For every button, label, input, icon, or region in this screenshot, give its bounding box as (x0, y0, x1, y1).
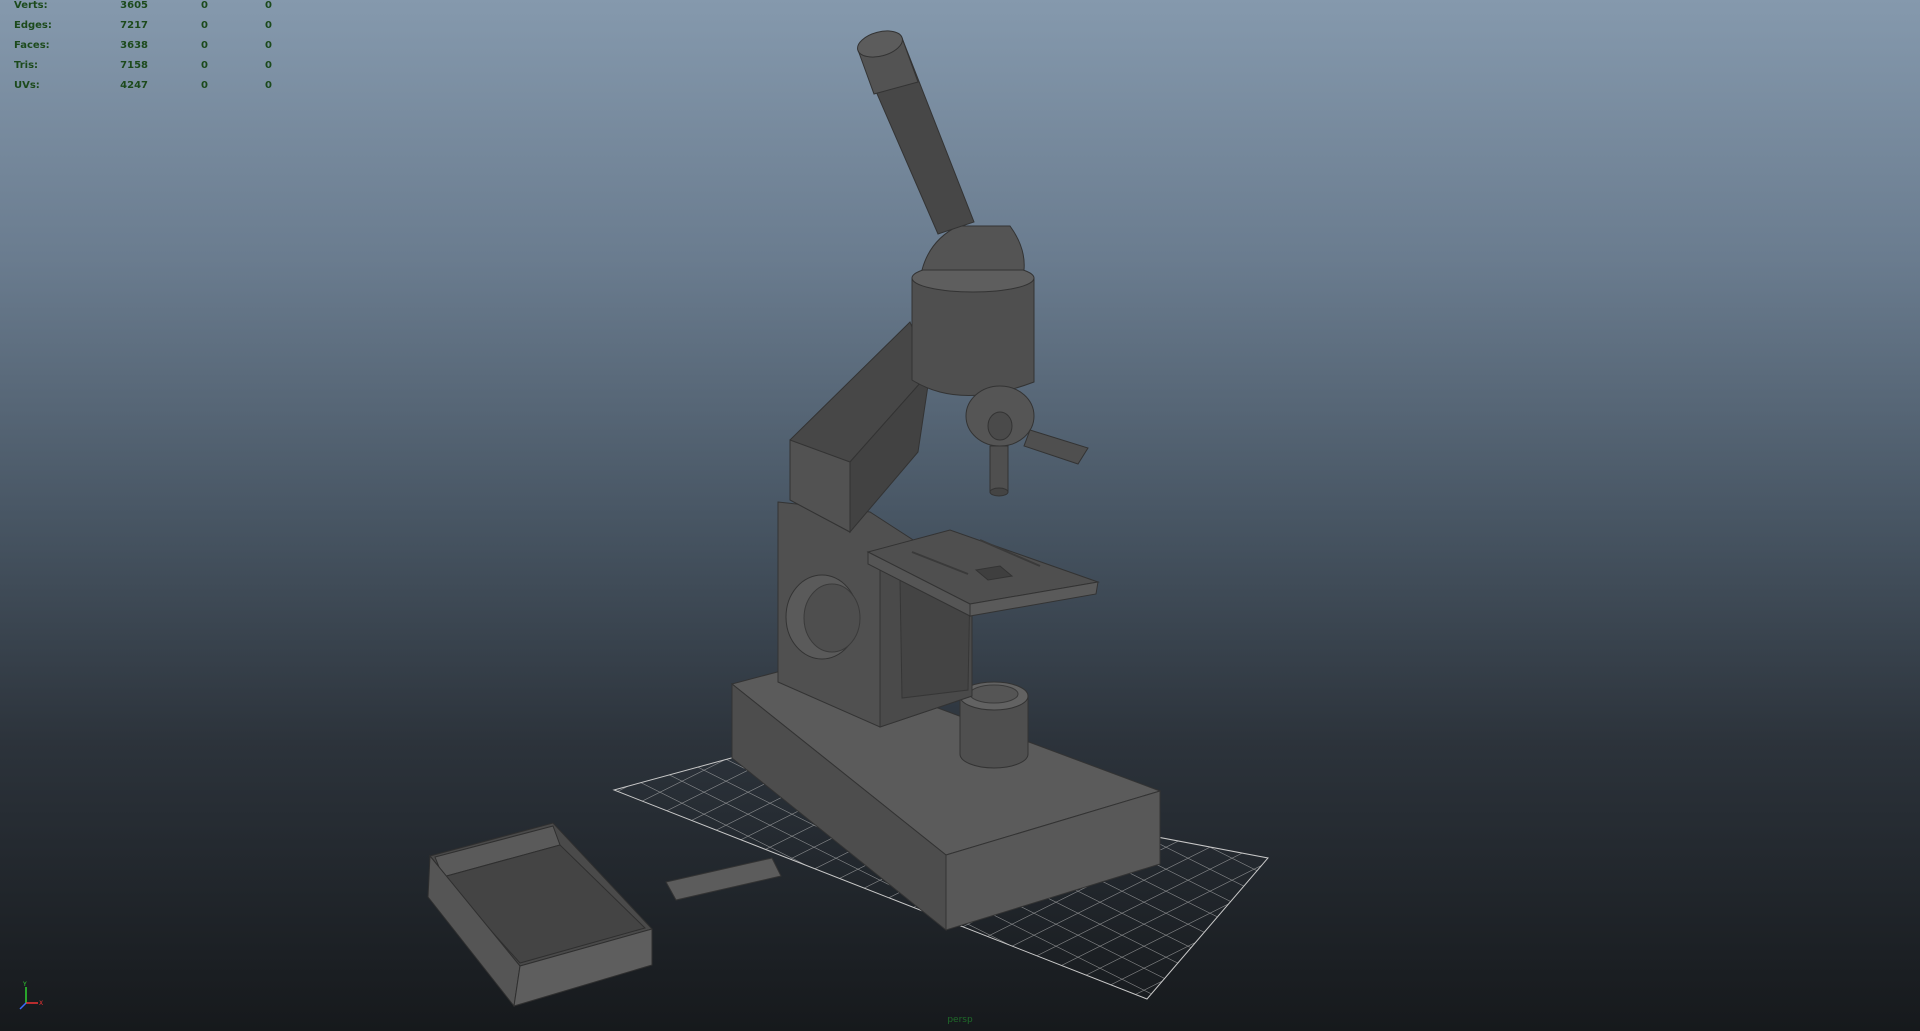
slide-box[interactable] (427, 822, 653, 1008)
scene-3d[interactable] (0, 0, 1920, 1031)
eyepiece-tube[interactable] (855, 26, 975, 235)
glass-slide[interactable] (665, 857, 782, 901)
nosepiece[interactable] (965, 385, 1089, 497)
axis-y-label: Y (22, 981, 27, 988)
axis-x-label: X (39, 1000, 43, 1007)
camera-name-label: persp (947, 1015, 973, 1025)
microscope-arm[interactable] (789, 321, 931, 534)
view-axis-icon: Y X (19, 981, 43, 1010)
viewport-persp[interactable]: Verts: 3605 0 0 Edges: 7217 0 0 Faces: 3… (0, 0, 1920, 1031)
microscope-head[interactable] (911, 225, 1035, 396)
